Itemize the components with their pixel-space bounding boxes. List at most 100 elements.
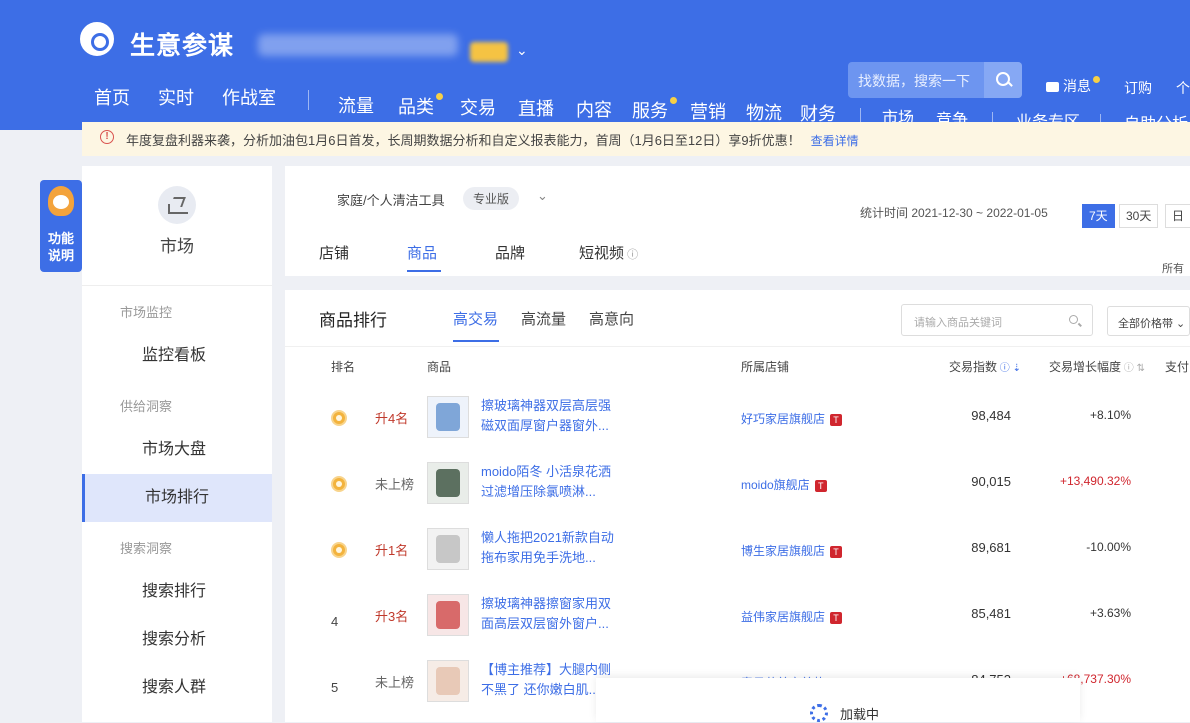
table-row[interactable]: 升4名 擦玻璃神器双层高层强磁双面厚窗户器窗外... 好巧家居旗舰店 T 98,4… — [285, 388, 1190, 454]
tab-high-intent[interactable]: 高意向 — [589, 308, 634, 329]
account-level-badge — [470, 42, 508, 62]
shop-link[interactable]: 博生家居旗舰店 T — [741, 542, 843, 559]
category-breadcrumb[interactable]: 家庭/个人清洁工具 — [337, 190, 445, 209]
transaction-index: 90,015 — [971, 474, 1011, 489]
nav-live[interactable]: 直播 — [518, 95, 554, 121]
tmall-icon: T — [814, 479, 827, 492]
price-range-select[interactable]: 全部价格带 ⌄ — [1107, 306, 1190, 336]
nav-war-room[interactable]: 作战室 — [222, 84, 276, 110]
nav-home[interactable]: 首页 — [94, 84, 130, 110]
period-day-button[interactable]: 日 — [1165, 204, 1190, 228]
transaction-index: 98,484 — [971, 408, 1011, 423]
table-row[interactable]: 升1名 懒人拖把2021新款自动拖布家用免手洗地... 博生家居旗舰店 T 89,… — [285, 520, 1190, 586]
profile-link[interactable]: 个 — [1176, 78, 1190, 98]
nav-category[interactable]: 品类 — [398, 93, 443, 119]
col-payment: 支付 — [1165, 360, 1190, 374]
rank-change: 未上榜 — [375, 675, 415, 690]
sort-icon: ⓘ ⇣ — [997, 363, 1021, 374]
col-growth[interactable]: 交易增长幅度 ⓘ ⇅ — [1049, 358, 1145, 375]
nav-service[interactable]: 服务 — [632, 97, 677, 123]
tmall-icon: T — [830, 611, 843, 624]
account-name-blurred[interactable] — [258, 34, 458, 56]
mascot-icon — [48, 186, 74, 216]
table-row[interactable]: 未上榜 moido陌冬 小活泉花洒过滤增压除氯喷淋... moido旗舰店 T 9… — [285, 454, 1190, 520]
sidebar-section-heading: 搜索洞察 — [120, 541, 173, 556]
sidebar-item-market-ranking[interactable]: 市场排行 — [82, 474, 272, 522]
shop-link[interactable]: moido旗舰店 T — [741, 476, 827, 493]
chevron-down-icon[interactable]: ⌄ — [516, 42, 528, 59]
messages-link[interactable]: 消息 — [1046, 76, 1100, 96]
product-thumbnail[interactable] — [427, 528, 469, 570]
ranking-card: 商品排行 高交易 高流量 高意向 请输入商品关键词 全部价格带 ⌄ 排名 商品 … — [285, 290, 1190, 722]
sidebar-item-search-analysis[interactable]: 搜索分析 — [82, 616, 272, 664]
sidebar-section-heading: 供给洞察 — [120, 399, 173, 414]
period-30d-button[interactable]: 30天 — [1119, 204, 1159, 228]
mail-icon — [1046, 82, 1059, 93]
function-guide-label: 功能说明 — [47, 231, 74, 263]
notice-text: 年度复盘利器来袭，分析加油包1月6日首发，长周期数据分析和自定义报表能力，首周（… — [126, 133, 859, 148]
rank-change: 升1名 — [375, 543, 409, 558]
col-transaction-index[interactable]: 交易指数 ⓘ ⇣ — [949, 358, 1021, 375]
tmall-icon: T — [830, 413, 843, 426]
bronze-medal-icon — [331, 542, 347, 558]
tab-shop[interactable]: 店铺 — [319, 242, 349, 263]
nav-content[interactable]: 内容 — [576, 96, 612, 122]
compass-logo-icon[interactable] — [80, 22, 114, 56]
growth-rate: +3.63% — [1089, 606, 1131, 620]
product-thumbnail[interactable] — [427, 660, 469, 702]
nav-traffic[interactable]: 流量 — [338, 92, 374, 118]
product-thumbnail[interactable] — [427, 462, 469, 504]
shop-link[interactable]: 好巧家居旗舰店 T — [741, 410, 843, 427]
sidebar-item-search-audience[interactable]: 搜索人群 — [82, 664, 272, 712]
chevron-down-icon[interactable]: ⌄ — [537, 188, 548, 204]
sidebar-header: 市场 — [82, 166, 272, 286]
subscribe-link[interactable]: 订购 — [1124, 78, 1152, 98]
search-icon[interactable] — [984, 62, 1022, 98]
nav-transaction[interactable]: 交易 — [460, 94, 496, 120]
global-search[interactable]: 找数据，搜索一下 — [848, 62, 1022, 98]
col-rank: 排名 — [331, 360, 356, 374]
tab-active-indicator — [453, 340, 499, 342]
nav-realtime[interactable]: 实时 — [158, 84, 194, 110]
rank-number: 5 — [331, 680, 339, 695]
device-filter-label[interactable]: 所有 — [1162, 260, 1184, 276]
sidebar-title: 市场 — [160, 237, 194, 256]
growth-rate: +13,490.32% — [1059, 474, 1131, 488]
transaction-index: 85,481 — [971, 606, 1011, 621]
sidebar: 市场 市场监控 监控看板 供给洞察 市场大盘 市场排行 搜索洞察 搜索排行 搜索… — [82, 166, 272, 722]
rank-change: 升3名 — [375, 609, 409, 624]
growth-rate: +8.10% — [1089, 408, 1131, 422]
shop-link[interactable]: 益伟家居旗舰店 T — [741, 608, 843, 625]
loading-spinner-icon — [810, 704, 828, 722]
product-thumbnail[interactable] — [427, 594, 469, 636]
sidebar-item-search-ranking[interactable]: 搜索排行 — [82, 568, 272, 616]
product-search-placeholder: 请输入商品关键词 — [914, 317, 1002, 329]
sidebar-item-monitor-board[interactable]: 监控看板 — [82, 332, 272, 380]
product-name-link[interactable]: moido陌冬 小活泉花洒过滤增压除氯喷淋... — [481, 462, 621, 502]
tab-short-video[interactable]: 短视频 ⓘ — [579, 242, 638, 263]
table-row[interactable]: 4 升3名 擦玻璃神器擦窗家用双面高层双层窗外窗户... 益伟家居旗舰店 T 85… — [285, 586, 1190, 652]
chevron-down-icon: ⌄ — [1173, 318, 1186, 330]
col-product: 商品 — [427, 360, 452, 374]
search-icon[interactable] — [1069, 315, 1078, 324]
product-name-link[interactable]: 擦玻璃神器擦窗家用双面高层双层窗外窗户... — [481, 594, 621, 634]
tab-brand[interactable]: 品牌 — [495, 242, 525, 263]
product-search-input[interactable]: 请输入商品关键词 — [901, 304, 1093, 336]
tab-product[interactable]: 商品 — [407, 242, 437, 263]
search-input[interactable]: 找数据，搜索一下 — [858, 71, 970, 91]
sidebar-item-market-overview[interactable]: 市场大盘 — [82, 426, 272, 474]
product-name-link[interactable]: 擦玻璃神器双层高层强磁双面厚窗户器窗外... — [481, 396, 621, 436]
period-7d-button[interactable]: 7天 — [1082, 204, 1115, 228]
tab-high-traffic[interactable]: 高流量 — [521, 308, 566, 329]
product-name-link[interactable]: 懒人拖把2021新款自动拖布家用免手洗地... — [481, 528, 621, 568]
top-header: 生意参谋 ⌄ 找数据，搜索一下 消息 订购 个 首页 实时 作战室 流量 品类 … — [0, 0, 1190, 134]
transaction-index: 89,681 — [971, 540, 1011, 555]
function-guide-tab[interactable]: 功能说明 — [40, 180, 82, 272]
nav-marketing[interactable]: 营销 — [690, 98, 726, 124]
product-thumbnail[interactable] — [427, 396, 469, 438]
tmall-icon: T — [830, 545, 843, 558]
view-details-link[interactable]: 查看详情 — [811, 134, 859, 148]
rank-change: 未上榜 — [375, 477, 415, 492]
help-icon: ⓘ — [624, 249, 639, 261]
tab-high-transaction[interactable]: 高交易 — [453, 308, 498, 329]
